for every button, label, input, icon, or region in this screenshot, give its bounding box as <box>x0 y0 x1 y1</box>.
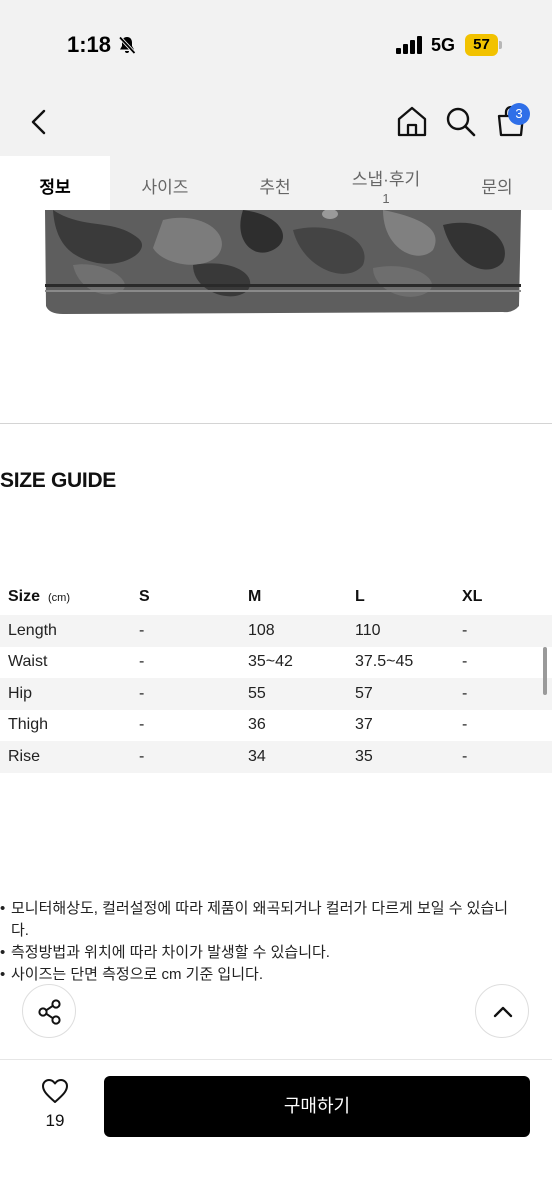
tab-label: 정보 <box>39 178 71 197</box>
buy-button[interactable]: 구매하기 <box>104 1076 530 1137</box>
share-button[interactable] <box>22 984 76 1038</box>
measure-name: Hip <box>0 678 139 710</box>
product-image <box>43 210 523 316</box>
tab-bar: 정보 사이즈 추천 스냅·후기 1 문의 <box>0 156 552 210</box>
like-button[interactable]: 19 <box>30 1076 80 1136</box>
table-cell: - <box>139 716 145 734</box>
cart-count-badge: 3 <box>508 103 530 125</box>
note-item: 사이즈는 단면 측정으로 cm 기준 입니다. <box>0 964 520 986</box>
size-header-m: M <box>248 587 262 605</box>
share-icon <box>38 999 61 1025</box>
table-cell: - <box>139 678 248 710</box>
battery-icon: 57 <box>465 34 502 56</box>
measure-name: Rise <box>0 741 139 773</box>
size-header-label: Size (cm) <box>8 587 71 605</box>
table-row: Length - 108 110 - <box>0 615 552 647</box>
measure-name: Waist <box>8 653 48 671</box>
chevron-up-icon <box>493 1006 513 1018</box>
tab-label: 추천 <box>259 178 291 197</box>
table-cell: - <box>462 678 552 710</box>
scrollbar[interactable] <box>543 647 547 695</box>
tab-size[interactable]: 사이즈 <box>110 156 220 210</box>
table-row: Hip - 55 57 - <box>0 678 552 710</box>
battery-level: 57 <box>473 36 490 53</box>
bottom-divider <box>0 1059 552 1060</box>
tab-label: 스냅·후기 <box>351 170 421 189</box>
note-item: 모니터해상도, 컬러설정에 따라 제품이 왜곡되거나 컬러가 다르게 보일 수 … <box>0 898 520 942</box>
table-cell: 35~42 <box>248 653 293 671</box>
table-cell: - <box>139 615 248 647</box>
table-cell: 110 <box>355 615 462 647</box>
scroll-to-top-button[interactable] <box>475 984 529 1038</box>
network-label: 5G <box>431 35 456 55</box>
table-cell: 35 <box>355 741 462 773</box>
table-row: Waist - 35~42 37.5~45 - <box>0 647 552 679</box>
tab-inquiry[interactable]: 문의 <box>442 156 552 210</box>
search-icon[interactable] <box>445 104 477 138</box>
section-divider <box>0 423 552 424</box>
tab-recommend[interactable]: 추천 <box>220 156 330 210</box>
table-cell: 55 <box>248 678 355 710</box>
measure-name: Thigh <box>8 716 49 734</box>
signal-icon <box>396 36 422 54</box>
table-cell: - <box>139 653 145 671</box>
table-cell: 37 <box>355 716 373 734</box>
measure-name: Length <box>0 615 139 647</box>
size-table: Size (cm) S M L XL Length - 108 110 - Wai… <box>0 578 552 773</box>
tab-review-count: 1 <box>382 191 390 206</box>
table-cell: - <box>462 741 552 773</box>
table-cell: - <box>462 716 468 734</box>
note-item: 측정방법과 위치에 따라 차이가 발생할 수 있습니다. <box>0 942 520 964</box>
table-row: Thigh - 36 37 - <box>0 710 552 742</box>
like-count: 19 <box>45 1111 65 1130</box>
nav-bar <box>0 88 552 156</box>
status-bar: 1:18 5G 57 <box>0 0 552 88</box>
size-header-s: S <box>139 587 150 605</box>
size-header-l: L <box>355 587 365 605</box>
tab-info[interactable]: 정보 <box>0 156 110 210</box>
bell-muted-icon <box>118 36 136 55</box>
tab-label: 문의 <box>481 178 513 197</box>
table-row: Rise - 34 35 - <box>0 741 552 773</box>
table-cell: 34 <box>248 741 355 773</box>
table-cell: - <box>462 653 468 671</box>
back-icon[interactable] <box>26 106 54 138</box>
table-cell: - <box>462 615 552 647</box>
table-cell: 57 <box>355 678 462 710</box>
size-unit: (cm) <box>48 591 71 604</box>
heart-icon <box>42 1079 68 1103</box>
tab-snap-review[interactable]: 스냅·후기 1 <box>330 156 442 210</box>
size-table-header: Size (cm) S M L XL <box>0 578 552 615</box>
tab-label: 사이즈 <box>141 178 189 197</box>
status-time: 1:18 <box>67 32 112 57</box>
size-notes: 모니터해상도, 컬러설정에 따라 제품이 왜곡되거나 컬러가 다르게 보일 수 … <box>0 898 520 986</box>
size-guide-title: SIZE GUIDE <box>0 469 117 492</box>
table-cell: 37.5~45 <box>355 653 414 671</box>
table-cell: 36 <box>248 716 266 734</box>
table-cell: 108 <box>248 615 355 647</box>
size-header-xl: XL <box>462 587 483 605</box>
home-icon[interactable] <box>396 104 428 138</box>
table-cell: - <box>139 741 248 773</box>
